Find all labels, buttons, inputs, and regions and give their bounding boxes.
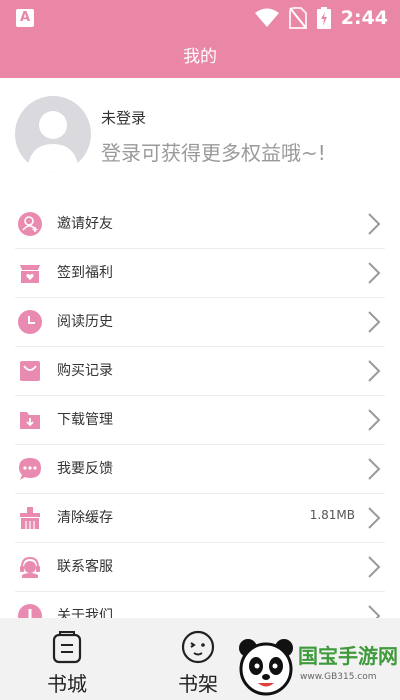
login-hint: 登录可获得更多权益哦~! <box>101 141 326 165</box>
menu-item-invite-friends[interactable]: 邀请好友 <box>15 200 385 249</box>
cache-size: 1.81MB <box>309 508 355 522</box>
menu-item-feedback[interactable]: 我要反馈 <box>15 445 385 494</box>
menu-item-label: 签到福利 <box>57 265 113 281</box>
chevron-right-icon <box>368 507 381 529</box>
menu-item-reading-history[interactable]: 阅读历史 <box>15 298 385 347</box>
tab-bookstore[interactable]: 书城 <box>17 618 117 700</box>
download-folder-icon <box>20 412 40 429</box>
default-user-icon <box>27 111 79 172</box>
panda-logo-icon <box>239 639 293 696</box>
chevron-right-icon <box>368 213 381 235</box>
status-bar: A 2:44 <box>0 0 400 36</box>
menu-item-label: 下载管理 <box>57 412 113 428</box>
watermark-url: www.GB315.com <box>300 672 377 682</box>
chevron-right-icon <box>368 311 381 333</box>
login-status[interactable]: 未登录 <box>101 107 146 128</box>
avatar[interactable] <box>15 96 91 172</box>
chevron-right-icon <box>368 360 381 382</box>
watermark-text: 国宝手游网 <box>298 644 398 668</box>
settings-menu: 邀请好友 签到福利 阅读历史 购买记录 下载管理 我要反馈 清除缓存 1.81M… <box>0 200 400 641</box>
bookstore-icon <box>52 631 82 664</box>
chat-bubble-icon <box>19 458 41 480</box>
menu-item-purchase-records[interactable]: 购买记录 <box>15 347 385 396</box>
broom-icon <box>20 507 40 529</box>
chevron-right-icon <box>368 262 381 284</box>
menu-item-label: 我要反馈 <box>57 461 113 477</box>
chevron-right-icon <box>368 409 381 431</box>
no-sim-icon <box>288 7 307 29</box>
menu-item-label: 邀请好友 <box>57 216 113 232</box>
wifi-icon <box>254 8 279 27</box>
headset-icon <box>20 556 40 578</box>
menu-item-checkin[interactable]: 签到福利 <box>15 249 385 298</box>
page-title: 我的 <box>0 36 400 78</box>
menu-item-customer-service[interactable]: 联系客服 <box>15 543 385 592</box>
chevron-right-icon <box>368 556 381 578</box>
tab-label: 书城 <box>47 672 87 696</box>
battery-charging-icon <box>316 7 331 29</box>
invite-friends-icon <box>18 212 42 236</box>
site-watermark: 国宝手游网 www.GB315.com <box>200 628 400 700</box>
menu-item-label: 清除缓存 <box>57 510 113 526</box>
menu-item-label: 阅读历史 <box>57 314 113 330</box>
menu-item-download-manager[interactable]: 下载管理 <box>15 396 385 445</box>
menu-item-label: 购买记录 <box>57 363 113 379</box>
shopping-bag-icon <box>20 361 40 381</box>
clock-icon <box>18 310 42 334</box>
chevron-right-icon <box>368 458 381 480</box>
checkin-gift-icon <box>20 265 40 283</box>
menu-item-clear-cache[interactable]: 清除缓存 1.81MB <box>15 494 385 543</box>
menu-item-label: 联系客服 <box>57 559 113 575</box>
app-notification-icon: A <box>16 9 34 27</box>
profile-card[interactable]: 未登录 登录可获得更多权益哦~! <box>0 78 400 196</box>
status-icons: 2:44 <box>254 5 388 31</box>
status-time: 2:44 <box>340 7 388 29</box>
